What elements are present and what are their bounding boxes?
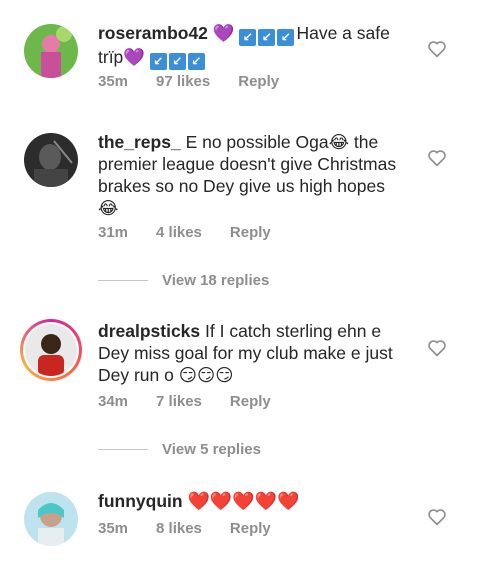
likes-count[interactable]: 7 likes	[156, 393, 202, 410]
timestamp: 34m	[98, 393, 129, 410]
username[interactable]: funnyquin	[98, 491, 183, 511]
reply-button[interactable]: Reply	[230, 520, 271, 537]
avatar[interactable]	[24, 133, 78, 187]
likes-count[interactable]: 4 likes	[156, 224, 202, 241]
comment-meta: 35m 8 likes Reply	[98, 520, 299, 537]
arrow-icon: ↙	[168, 53, 186, 70]
username[interactable]: roserambo42	[98, 23, 208, 43]
view-replies-button[interactable]: View 18 replies	[98, 272, 269, 289]
username[interactable]: drealpsticks	[98, 321, 200, 341]
heart-icon[interactable]	[427, 149, 447, 167]
arrow-icon: ↙	[239, 29, 257, 46]
arrow-icon: ↙	[149, 53, 167, 70]
likes-count[interactable]: 97 likes	[156, 73, 210, 90]
comment-text: the_reps_ E no possible Oga😂 the premier…	[98, 131, 410, 219]
avatar	[25, 324, 77, 376]
arrow-icon: ↙	[187, 53, 205, 70]
avatar[interactable]	[24, 492, 78, 546]
reply-button[interactable]: Reply	[230, 224, 271, 241]
avatar-story-ring[interactable]	[20, 319, 82, 381]
comment-meta: 35m 97 likes Reply	[98, 73, 307, 90]
comment-body: ❤️❤️❤️❤️❤️	[187, 491, 300, 511]
avatar[interactable]	[24, 24, 78, 78]
view-replies-label: View 18 replies	[162, 272, 270, 289]
divider	[98, 449, 148, 450]
comment-meta: 31m 4 likes Reply	[98, 224, 299, 241]
comment-text: roserambo42 💜 ↙ ↙ ↙ Have a safe trïp💜 ↙ ↙ ↙	[98, 22, 410, 70]
likes-count[interactable]: 8 likes	[156, 520, 202, 537]
comment-meta: 34m 7 likes Reply	[98, 393, 299, 410]
divider	[98, 280, 148, 281]
timestamp: 35m	[98, 520, 129, 537]
reply-button[interactable]: Reply	[238, 73, 279, 90]
arrow-icon: ↙	[258, 29, 276, 46]
comment-text: funnyquin ❤️❤️❤️❤️❤️	[98, 490, 410, 512]
timestamp: 31m	[98, 224, 129, 241]
view-replies-button[interactable]: View 5 replies	[98, 441, 261, 458]
heart-icon[interactable]	[427, 508, 447, 526]
username[interactable]: the_reps_	[98, 132, 181, 152]
arrow-icon: ↙	[277, 29, 295, 46]
heart-icon[interactable]	[427, 40, 447, 58]
timestamp: 35m	[98, 73, 129, 90]
heart-icon[interactable]	[427, 339, 447, 357]
reply-button[interactable]: Reply	[230, 393, 271, 410]
comment-text: drealpsticks If I catch sterling ehn e D…	[98, 320, 410, 386]
view-replies-label: View 5 replies	[162, 441, 261, 458]
